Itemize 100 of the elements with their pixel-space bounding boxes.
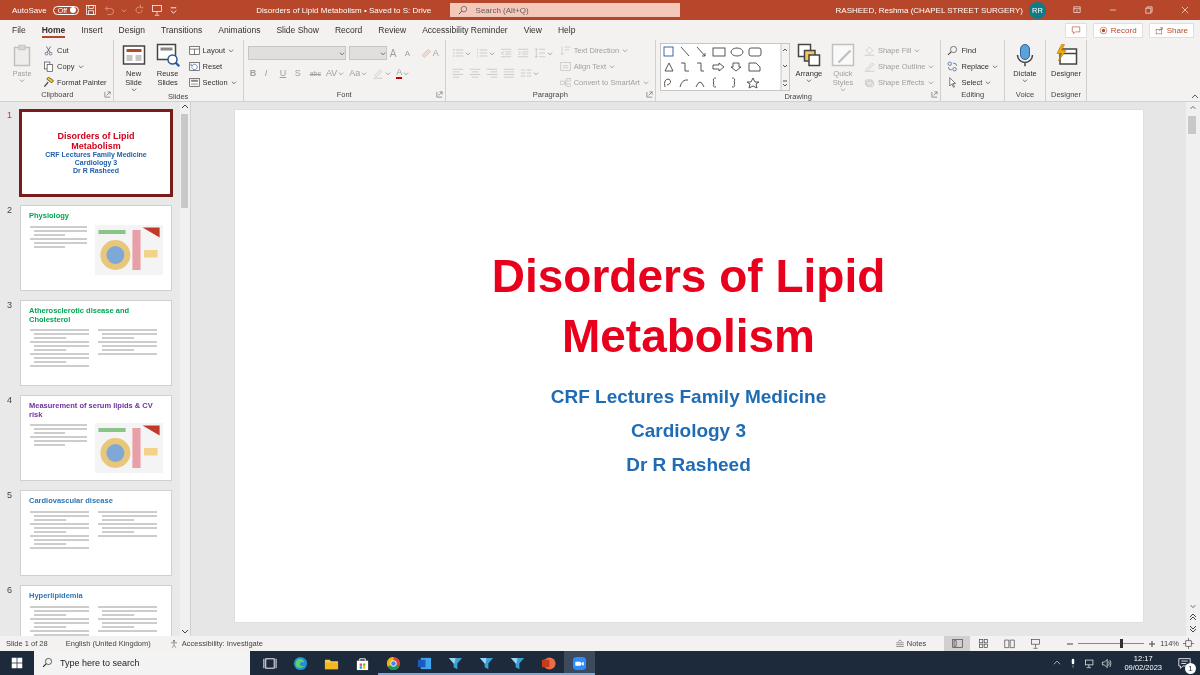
task-view-icon <box>262 655 277 671</box>
slideshow-icon <box>1029 638 1041 649</box>
close-icon[interactable] <box>1180 5 1190 15</box>
scissors-icon <box>43 45 54 56</box>
ribbon-display-icon[interactable] <box>1072 5 1082 15</box>
menu-tab[interactable]: File <box>4 20 34 40</box>
search-icon <box>947 45 959 56</box>
fit-to-window-icon[interactable] <box>1183 638 1194 649</box>
smartart-icon <box>559 77 571 88</box>
slide-title: Disorders of Lipid Metabolism <box>490 249 887 364</box>
text-lines-drawing <box>29 224 89 249</box>
zoom-in-icon[interactable] <box>1148 639 1157 648</box>
restore-icon[interactable] <box>1144 5 1154 15</box>
notification-icon[interactable] <box>1177 656 1191 670</box>
undo-icon[interactable] <box>102 4 115 16</box>
autosave-label: AutoSave <box>12 5 47 15</box>
dialog-launcher-icon[interactable] <box>645 91 653 98</box>
designer-icon <box>1054 43 1078 67</box>
chevron-up-icon[interactable] <box>1052 658 1063 668</box>
share-button[interactable]: Share <box>1148 22 1194 38</box>
record-icon <box>1098 25 1108 35</box>
taskbar-app-button[interactable] <box>564 651 595 675</box>
text-lines-drawing <box>29 328 91 368</box>
taskbar-search-field[interactable]: Type here to search <box>34 651 250 675</box>
menu-tab[interactable]: Slide Show <box>268 20 327 40</box>
menu-tab[interactable]: Animations <box>210 20 269 40</box>
menu-tab[interactable]: Insert <box>73 20 111 40</box>
search-icon <box>42 657 53 668</box>
funnel-icon <box>510 655 525 671</box>
next-slide-icon[interactable] <box>1188 624 1198 634</box>
word-icon <box>417 655 432 671</box>
highlighter-icon <box>372 67 385 79</box>
menu-tab[interactable]: Review <box>370 20 415 40</box>
comments-button[interactable] <box>1064 22 1087 38</box>
redo-icon[interactable] <box>132 4 145 16</box>
menu-tab[interactable]: Help <box>550 20 584 40</box>
edge-icon <box>293 655 308 671</box>
numbered-list-icon <box>475 47 488 59</box>
cursor-icon <box>947 77 959 88</box>
menu-tab[interactable]: Transitions <box>153 20 211 40</box>
dialog-launcher-icon[interactable] <box>103 91 111 98</box>
section-icon <box>188 77 200 88</box>
notes-icon <box>894 638 905 649</box>
eraser-icon <box>419 47 432 59</box>
shape-effects-icon <box>863 77 875 88</box>
slide-number: 5 <box>6 490 13 502</box>
shape-gallery[interactable] <box>659 43 790 91</box>
customize-icon[interactable] <box>168 5 178 15</box>
windows-start-icon[interactable] <box>11 657 23 669</box>
view-button[interactable] <box>944 636 971 651</box>
previous-slide-icon[interactable] <box>1188 612 1198 622</box>
slide-title: Disorders of Lipid Metabolism <box>56 131 136 151</box>
menu-tab[interactable]: Record <box>326 20 371 40</box>
line-spacing-icon <box>533 47 546 59</box>
style-swatch-icon <box>830 43 855 67</box>
align-left-icon <box>451 67 464 79</box>
justify-icon <box>502 67 515 79</box>
comment-icon <box>1070 25 1081 35</box>
caret-icon <box>120 7 127 13</box>
increase-indent-icon <box>516 47 529 59</box>
share-icon <box>1154 25 1164 35</box>
text-lines-drawing <box>29 604 91 636</box>
menu-tab[interactable]: Design <box>110 20 154 40</box>
reading-view-icon <box>1003 638 1015 649</box>
funnel-icon <box>479 655 494 671</box>
chrome-icon <box>386 655 401 671</box>
normal-view-icon <box>951 638 963 649</box>
align-right-icon <box>485 67 498 79</box>
save-icon[interactable] <box>84 4 97 16</box>
align-text-icon <box>559 61 571 72</box>
text-lines-drawing <box>97 328 159 356</box>
dialog-launcher-icon[interactable] <box>931 91 939 98</box>
scrollbar-thumb[interactable] <box>181 114 188 208</box>
arrange-icon <box>796 43 821 67</box>
video-call-icon <box>572 655 587 671</box>
slide-sorter-icon <box>977 638 989 649</box>
shopping-bag-icon <box>355 655 370 671</box>
text-lines-drawing <box>97 509 159 538</box>
slide-number: 1 <box>6 110 13 122</box>
menu-tab[interactable]: View <box>515 20 550 40</box>
search-field[interactable]: Search (Alt+Q) <box>449 3 680 17</box>
scrollbar-thumb[interactable] <box>1188 116 1196 134</box>
volume-icon[interactable] <box>1101 657 1113 669</box>
text-lines-drawing <box>97 604 159 633</box>
text-lines-drawing <box>29 423 89 447</box>
network-icon[interactable] <box>1084 657 1096 669</box>
slide-number: 3 <box>6 300 13 312</box>
layout-icon <box>188 45 200 56</box>
text-direction-icon <box>559 45 571 56</box>
text-lines-drawing <box>29 509 91 550</box>
align-center-icon <box>468 67 481 79</box>
dialog-launcher-icon[interactable] <box>435 91 443 98</box>
slider-thumb[interactable] <box>1119 639 1123 648</box>
presentation-icon[interactable] <box>150 4 163 16</box>
bulleted-list-icon <box>451 47 464 59</box>
powerpoint-icon <box>541 655 556 671</box>
pen-icon <box>863 61 875 72</box>
menu-tab[interactable]: Accessibility Reminder <box>414 20 516 40</box>
record-button[interactable]: Record <box>1092 22 1143 38</box>
paintbrush-icon <box>43 77 54 88</box>
